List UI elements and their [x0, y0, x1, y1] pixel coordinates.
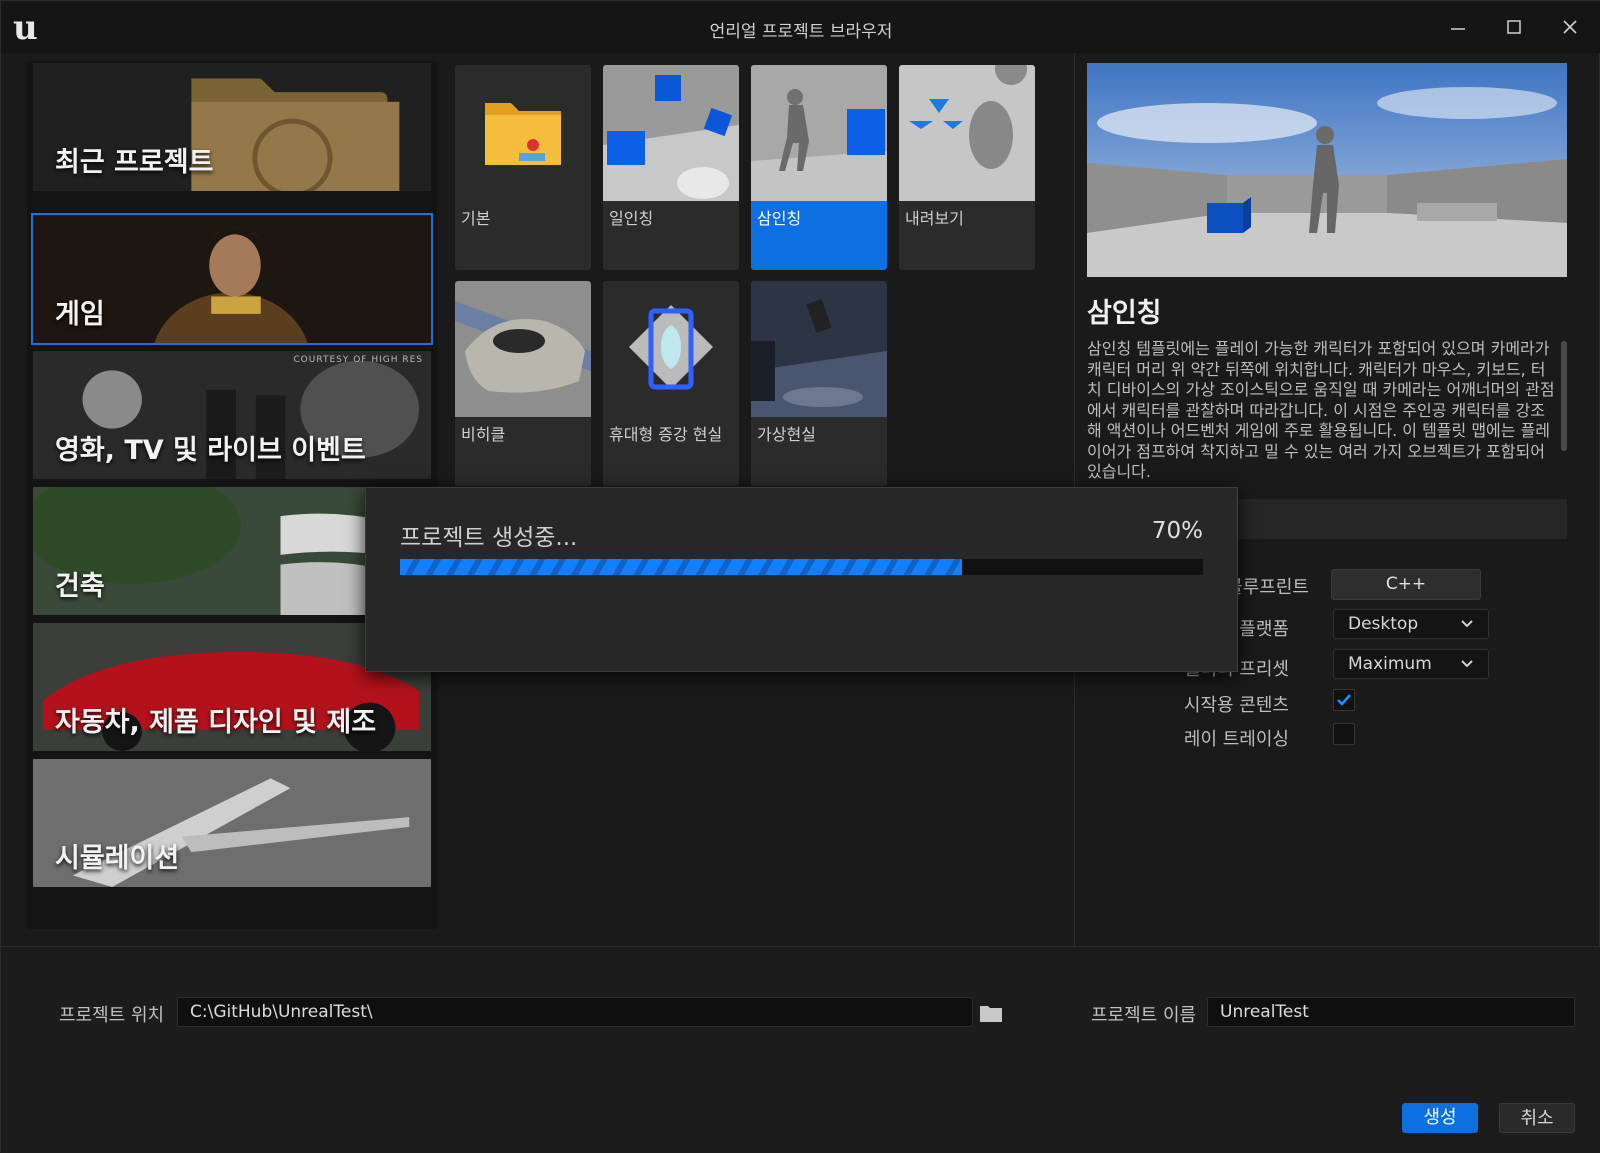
project-browser-window: u 언리얼 프로젝트 브라우저 최근 프로젝트 게임 COURTESY OF H…	[0, 0, 1600, 1153]
browse-folder-icon[interactable]	[979, 1003, 1003, 1023]
ray-tracing-checkbox[interactable]	[1333, 723, 1355, 745]
category-film-tv-live[interactable]: COURTESY OF HIGH RES 영화, TV 및 라이브 이벤트	[31, 349, 433, 481]
checkmark-icon	[1337, 694, 1351, 706]
virtual-reality-thumbnail	[751, 281, 887, 417]
maximize-icon	[1507, 20, 1521, 34]
template-description: 삼인칭 템플릿에는 플레이 가능한 캐릭터가 포함되어 있으며 카메라가 캐릭터…	[1087, 339, 1555, 481]
close-button[interactable]	[1550, 11, 1590, 43]
title-bar: u 언리얼 프로젝트 브라우저	[1, 1, 1600, 53]
category-label: 건축	[55, 571, 105, 602]
minimize-button[interactable]	[1438, 11, 1478, 43]
ray-tracing-label: 레이 트레이싱	[1183, 729, 1289, 750]
template-label: 비히클	[461, 425, 506, 444]
category-label: 최근 프로젝트	[55, 147, 214, 178]
template-label: 내려보기	[905, 209, 964, 228]
minimize-icon	[1451, 28, 1465, 30]
chevron-down-icon	[1461, 660, 1473, 668]
category-label: 영화, TV 및 라이브 이벤트	[55, 435, 366, 466]
ray-tracing-row: 레이 트레이싱	[1075, 719, 1585, 753]
blueprint-label: 블루프린트	[1226, 577, 1309, 598]
cancel-button[interactable]: 취소	[1499, 1103, 1575, 1133]
progress-status-text: 프로젝트 생성중...	[400, 525, 578, 551]
category-label: 자동차, 제품 디자인 및 제조	[55, 707, 377, 738]
third-person-preview-icon	[1087, 63, 1567, 277]
template-preview-image	[1087, 63, 1567, 277]
project-location-label: 프로젝트 위치	[59, 1005, 165, 1026]
project-name-label: 프로젝트 이름	[1091, 1005, 1197, 1026]
project-location-input[interactable]	[177, 997, 973, 1027]
vehicle-thumbnail	[455, 281, 591, 417]
project-name-input[interactable]	[1207, 997, 1575, 1027]
template-third-person[interactable]: 삼인칭	[751, 65, 887, 270]
blank-folder-icon	[455, 65, 591, 201]
create-button[interactable]: 생성	[1402, 1103, 1478, 1133]
template-vehicle[interactable]: 비히클	[455, 281, 591, 486]
template-title: 삼인칭	[1087, 298, 1162, 329]
template-virtual-reality[interactable]: 가상현실	[751, 281, 887, 486]
progress-percent: 70%	[1151, 518, 1203, 544]
template-label: 휴대형 증강 현실	[609, 425, 723, 444]
cpp-option[interactable]: C++	[1331, 569, 1481, 600]
quality-preset-dropdown[interactable]: Maximum	[1333, 649, 1489, 679]
maximize-button[interactable]	[1494, 11, 1534, 43]
template-blank[interactable]: 기본	[455, 65, 591, 270]
third-person-thumbnail	[751, 65, 887, 201]
starter-content-row: 시작용 콘텐츠	[1075, 685, 1585, 719]
template-label: 삼인칭	[757, 209, 802, 228]
category-games[interactable]: 게임	[31, 213, 433, 345]
quality-preset-value: Maximum	[1348, 654, 1432, 674]
category-recent-projects[interactable]: 최근 프로젝트	[31, 61, 433, 193]
description-scrollbar[interactable]	[1561, 341, 1567, 451]
category-label: 게임	[55, 299, 105, 330]
image-credit: COURTESY OF HIGH RES	[293, 355, 423, 365]
top-down-thumbnail	[899, 65, 1035, 201]
progress-bar-fill	[400, 559, 963, 575]
starter-content-checkbox[interactable]	[1333, 689, 1355, 711]
template-first-person[interactable]: 일인칭	[603, 65, 739, 270]
template-handheld-ar[interactable]: 휴대형 증강 현실	[603, 281, 739, 486]
template-grid: 기본 일인칭 삼인칭 내려보기 비히클 휴대형 증강 현실 가상현실	[455, 65, 1045, 495]
progress-bar	[400, 559, 1203, 575]
category-simulation[interactable]: 시뮬레이션	[31, 757, 433, 889]
chevron-down-icon	[1461, 620, 1473, 628]
template-label: 기본	[461, 209, 491, 228]
category-label: 시뮬레이션	[55, 843, 180, 874]
handheld-ar-phone-icon	[603, 281, 739, 417]
target-platform-dropdown[interactable]: Desktop	[1333, 609, 1489, 639]
target-platform-value: Desktop	[1348, 614, 1419, 634]
template-top-down[interactable]: 내려보기	[899, 65, 1035, 270]
project-creation-progress-dialog: 프로젝트 생성중... 70%	[365, 487, 1238, 672]
template-label: 가상현실	[757, 425, 816, 444]
project-settings-bar: 프로젝트 위치 프로젝트 이름 생성 취소	[1, 946, 1600, 1153]
first-person-thumbnail	[603, 65, 739, 201]
window-title: 언리얼 프로젝트 브라우저	[709, 22, 893, 42]
starter-content-label: 시작용 콘텐츠	[1183, 695, 1289, 716]
template-label: 일인칭	[609, 209, 654, 228]
close-icon	[1563, 20, 1577, 34]
